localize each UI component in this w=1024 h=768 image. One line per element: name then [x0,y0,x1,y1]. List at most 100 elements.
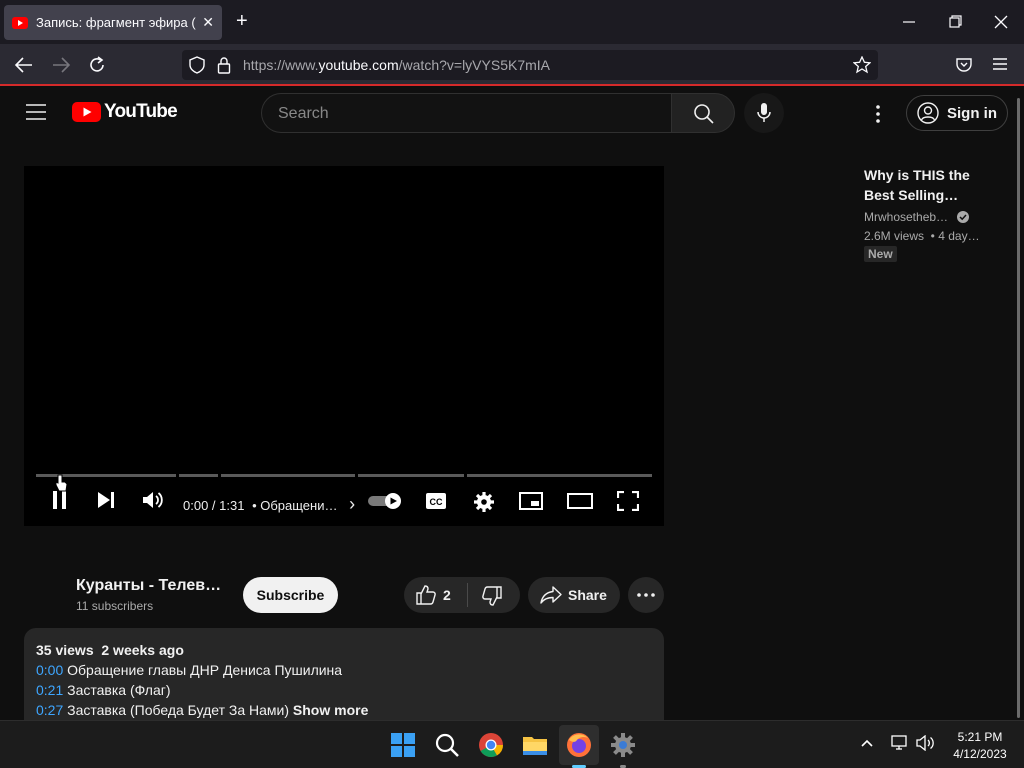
chapter-text: Обращение главы ДНР Дениса Пушилина [63,662,343,678]
more-options-icon[interactable] [875,105,881,123]
new-badge: New [864,246,897,262]
browser-tab[interactable]: Запись: фрагмент эфира (Онлайн) ✕ [4,5,222,40]
gear-icon [474,492,494,512]
chapter-title[interactable]: • Обращени… [252,498,337,513]
volume-button[interactable] [142,490,164,510]
chapter-segment[interactable] [358,474,464,477]
settings-app-icon[interactable] [608,730,638,760]
minimize-icon[interactable] [902,12,916,32]
restore-icon[interactable] [948,12,962,32]
autoplay-toggle-icon [368,493,401,509]
app-menu-icon[interactable] [992,57,1008,71]
channel-name[interactable]: Куранты - Телев… [76,577,221,595]
verified-check-icon [957,211,970,223]
share-icon [540,586,562,604]
tab-close-icon[interactable]: ✕ [202,14,214,31]
more-horizontal-icon [637,593,655,597]
view-stats: 35 views 2 weeks ago [36,642,184,658]
chapter-segment[interactable] [179,474,218,477]
autoplay-toggle[interactable] [367,492,403,510]
network-icon[interactable] [891,735,909,751]
start-windows-icon[interactable] [388,730,418,760]
video-player[interactable]: 0:00 / 1:31 • Обращени… › CC [24,166,664,526]
time-value: 0:00 / 1:31 [183,498,245,513]
speaker-icon[interactable] [916,735,936,751]
fullscreen-icon [617,491,639,511]
chapter-text: Заставка (Победа Будет За Нами) [63,702,290,718]
thumbs-down-icon [482,586,502,606]
volume-icon [143,492,163,508]
chapter-timestamp-link[interactable]: 0:21 [36,682,63,698]
voice-search-button[interactable] [744,93,784,133]
share-button[interactable]: Share [528,577,620,613]
svg-text:CC: CC [430,497,443,507]
description-line: 0:21 Заставка (Флаг) [36,682,171,698]
description-line: 0:27 Заставка (Победа Будет За Нами) Sho… [36,702,368,718]
search-button[interactable] [671,93,735,133]
forward-icon[interactable] [51,56,71,74]
clock-time: 5:21 PM [957,730,1003,744]
shield-icon[interactable] [189,56,205,74]
video-description[interactable]: 35 views 2 weeks ago 0:00 Обращение глав… [24,628,664,720]
sign-in-button[interactable]: Sign in [906,95,1008,131]
account-icon [917,102,939,124]
youtube-favicon-icon [12,16,28,29]
subscribe-button[interactable]: Subscribe [243,577,338,613]
back-icon[interactable] [14,56,34,74]
theater-mode-button[interactable] [567,493,593,509]
microphone-icon [757,103,771,122]
close-window-icon[interactable] [994,12,1008,32]
clock-date: 4/12/2023 [953,747,1007,761]
recommended-channel[interactable]: Mrwhosetheb… [864,210,970,224]
time-display: 0:00 / 1:31 • Обращени… › [183,494,355,515]
url-text[interactable]: https://www.youtube.com/watch?v=lyVYS5K7… [243,57,550,73]
search-icon [694,104,714,124]
chapter-segment[interactable] [467,474,652,477]
new-tab-button[interactable]: + [236,10,248,33]
like-dislike-group: 2 [404,577,520,613]
bookmark-star-icon[interactable] [853,56,871,74]
settings-button[interactable] [473,491,495,513]
chapter-timestamp-link[interactable]: 0:00 [36,662,63,678]
mouse-cursor-icon [55,473,69,493]
subtitles-button[interactable]: CC [425,492,447,510]
taskbar-search-icon[interactable] [432,730,462,760]
chapter-segment[interactable] [221,474,355,477]
browser-tab-bar: Запись: фрагмент эфира (Онлайн) ✕ + [0,0,1024,44]
hamburger-menu-icon[interactable] [26,104,46,120]
windows-taskbar: 5:21 PM 4/12/2023 [0,720,1024,768]
miniplayer-button[interactable] [519,492,543,510]
url-domain: youtube.com [318,57,399,73]
pocket-icon[interactable] [955,56,973,74]
taskbar-clock[interactable]: 5:21 PM 4/12/2023 [948,729,1012,763]
youtube-page: YouTube Search Sign in 0:00 / 1:31 • Обр… [0,88,1024,720]
progress-bar[interactable] [36,474,652,477]
youtube-logo[interactable]: YouTube [72,101,178,123]
search-input[interactable]: Search [261,93,671,133]
pause-button[interactable] [51,490,69,510]
url-bar[interactable]: https://www.youtube.com/watch?v=lyVYS5K7… [182,50,878,80]
subscriber-count: 11 subscribers [76,599,154,613]
more-actions-button[interactable] [628,577,664,613]
next-video-button[interactable] [96,491,116,509]
show-more-button[interactable]: Show more [293,702,368,718]
url-path: /watch?v=lyVYS5K7mIA [398,57,550,73]
browser-nav-bar: https://www.youtube.com/watch?v=lyVYS5K7… [0,44,1024,86]
chrome-icon[interactable] [476,730,506,760]
dislike-button[interactable] [468,577,520,613]
firefox-icon[interactable] [564,730,594,760]
reload-icon[interactable] [87,55,107,75]
fullscreen-button[interactable] [617,491,639,511]
pause-icon [53,491,66,509]
recommended-video-title[interactable]: Why is THIS the Best Selling… [864,165,994,205]
page-scrollbar[interactable] [1017,98,1020,718]
search-placeholder: Search [278,105,329,122]
theater-mode-icon [567,493,593,509]
chapter-timestamp-link[interactable]: 0:27 [36,702,63,718]
show-hidden-icons-chevron-icon[interactable] [860,738,874,748]
file-explorer-icon[interactable] [520,730,550,760]
chapter-chevron-icon[interactable]: › [349,494,355,514]
like-button[interactable]: 2 [404,577,467,613]
lock-icon[interactable] [217,56,231,74]
url-prefix: https://www. [243,57,319,73]
